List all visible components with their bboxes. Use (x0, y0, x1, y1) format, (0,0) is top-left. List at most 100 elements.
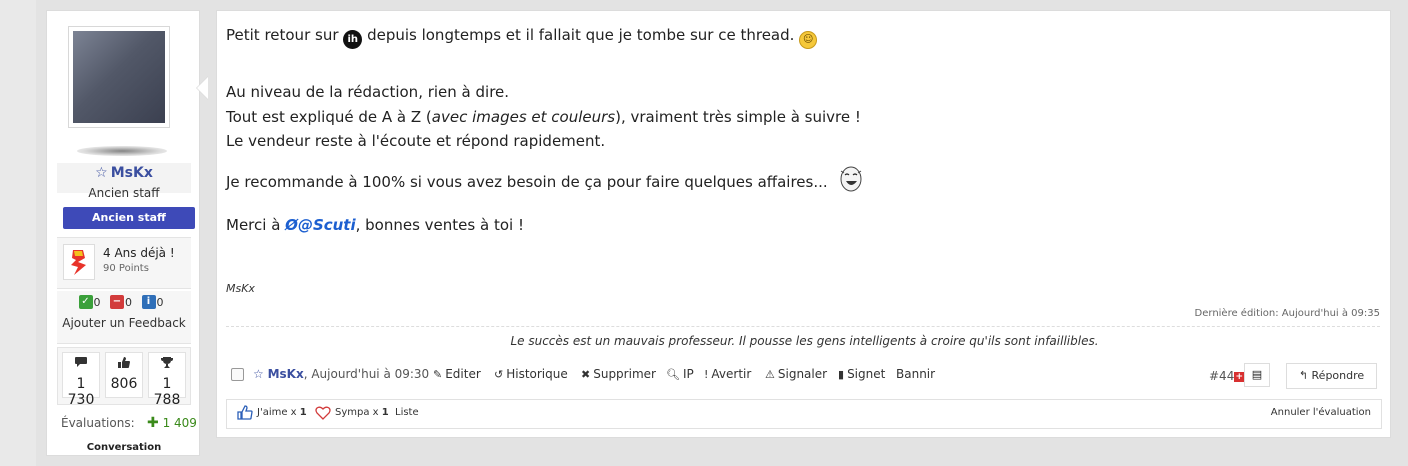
author-name: MsKx (267, 367, 304, 381)
site-logo-icon: ih (343, 30, 363, 49)
post-signature-name: MsKx (226, 282, 255, 295)
reply-button[interactable]: ↰ Répondre (1286, 363, 1377, 389)
feedback-box: ✓ 0 −0 i0 Ajouter un Feedback (57, 291, 191, 344)
messages-icon (63, 356, 99, 372)
post-line-2: Au niveau de la rédaction, rien à dire. (226, 83, 510, 101)
select-post-checkbox[interactable] (231, 368, 244, 381)
user-title: Ancien staff (88, 186, 160, 200)
post-line-1: Petit retour sur ih depuis longtemps et … (226, 23, 818, 49)
post-time: , Aujourd'hui à 09:30 (303, 367, 430, 381)
trophy-highlight[interactable]: 4 Ans déjà ! 90 Points (57, 237, 191, 289)
message-panel: Petit retour sur ih depuis longtemps et … (216, 10, 1391, 438)
neutral-count: 0 (156, 295, 164, 309)
star-icon: ☆ (253, 367, 264, 381)
user-signature: Le succès est un mauvais professeur. Il … (510, 334, 1099, 348)
username-text: MsKx (110, 165, 153, 181)
plus-icon: ✚ (147, 415, 159, 431)
grin-smiley-icon: ☺ (799, 31, 818, 49)
avatar-image (73, 31, 165, 123)
neutral-feedback-icon: i (141, 295, 156, 309)
trophy-title: 4 Ans déjà ! (103, 246, 175, 260)
start-conversation-link[interactable]: Conversation (47, 442, 201, 453)
post-number-link[interactable]: #44+ (1209, 369, 1245, 383)
ratings-summary-bar: J'aime x 1 Sympa x 1 Liste Annuler l'éva… (226, 399, 1382, 429)
stat-messages[interactable]: 1 730 (62, 352, 100, 408)
post-line-6: Merci à Ø@Scuti, bonnes ventes à toi ! (226, 213, 524, 237)
last-edit-note: Dernière édition: Aujourd'hui à 09:35 (1194, 308, 1380, 319)
pencil-icon: ✎ (433, 368, 443, 381)
user-info-panel: ☆ MsKx Ancien staff Ancien staff 4 Ans dé… (46, 10, 208, 456)
text-span: Je recommande à 100% si vous avez besoin… (226, 173, 828, 191)
signature-divider (226, 326, 1380, 327)
bookmark-button[interactable]: ▮ Signet (838, 367, 885, 381)
reply-arrow-icon: ↰ (1298, 369, 1309, 382)
mention-logo-icon: Ø (285, 216, 298, 234)
mention-text: @Scuti (297, 216, 356, 234)
add-feedback-link[interactable]: Ajouter un Feedback (57, 316, 191, 330)
bookmark-label: Signet (847, 367, 886, 381)
likes-icon (106, 356, 142, 372)
user-mention-link[interactable]: Ø@Scuti (285, 216, 355, 234)
text-span: ), vraiment très simple à suivre ! (615, 108, 861, 126)
warn-button[interactable]: ! Avertir (704, 367, 751, 381)
stat-trophies[interactable]: 1 788 (148, 352, 186, 408)
warn-label: Avertir (711, 367, 752, 381)
star-icon: ☆ (95, 165, 108, 181)
like-rating[interactable]: J'aime x 1 (257, 407, 307, 418)
text-span: Petit retour sur (226, 26, 339, 44)
document-icon: ▤ (1251, 368, 1263, 381)
italic-span: avec images et couleurs (431, 108, 616, 126)
avatar-shadow (77, 146, 167, 156)
edit-button[interactable]: ✎ Editer (433, 367, 481, 381)
delete-label: Supprimer (593, 367, 656, 381)
post-line-3: Tout est expliqué de A à Z (avec images … (226, 105, 861, 129)
search-icon: 🔍︎ (666, 368, 680, 381)
trophy-badge-icon (63, 244, 95, 280)
ratings-value[interactable]: ✚ 1 409 (147, 415, 197, 431)
delete-button[interactable]: ✖ Supprimer (581, 367, 656, 381)
history-button[interactable]: ↺ Historique (494, 367, 568, 381)
stat-likes[interactable]: 806 (105, 352, 143, 398)
ratings-number: 1 409 (162, 416, 197, 430)
feedback-counts: ✓ 0 −0 i0 (57, 295, 191, 309)
exclamation-icon: ! (704, 368, 709, 381)
report-label: Signaler (777, 367, 828, 381)
post-line-4: Le vendeur reste à l'écoute et répond ra… (226, 132, 606, 150)
messages-count: 1 730 (67, 376, 95, 408)
text-span: Tout est expliqué de A à Z ( (226, 108, 432, 126)
ratings-list-link[interactable]: Liste (395, 407, 419, 418)
positive-feedback-icon: ✓ (78, 295, 93, 309)
like-count: 1 (299, 407, 307, 418)
negative-count: 0 (125, 295, 132, 309)
edit-label: Editer (445, 367, 481, 381)
document-button[interactable]: ▤ (1244, 363, 1270, 387)
post-author-link[interactable]: ☆ MsKx, Aujourd'hui à 09:30 (253, 367, 429, 381)
username-link[interactable]: ☆ MsKx (47, 165, 201, 181)
ban-label: Bannir (896, 367, 936, 381)
ratings-label: Évaluations: (61, 416, 135, 430)
panel-arrow (197, 77, 208, 99)
user-banner-badge: Ancien staff (63, 207, 195, 229)
post-number: #44 (1209, 369, 1235, 383)
positive-count: 0 (93, 295, 101, 309)
sympa-rating[interactable]: Sympa x 1 (335, 407, 389, 418)
trophy-points: 90 Points (103, 263, 149, 274)
text-span: Merci à (226, 216, 281, 234)
heart-icon (315, 406, 331, 423)
like-label: J'aime x (257, 407, 297, 418)
trophy-icon (149, 356, 185, 372)
reply-label: Répondre (1311, 369, 1365, 382)
ip-button[interactable]: 🔍︎ IP (666, 367, 694, 381)
ban-button[interactable]: Bannir (896, 367, 935, 381)
add-plus-icon: + (1234, 372, 1245, 382)
thread-background: ☆ MsKx Ancien staff Ancien staff 4 Ans dé… (36, 0, 1408, 466)
negative-feedback-icon: − (110, 295, 124, 309)
report-button[interactable]: ⚠ Signaler (765, 367, 827, 381)
sympa-count: 1 (381, 407, 389, 418)
likes-count: 806 (110, 376, 138, 392)
undo-rating-link[interactable]: Annuler l'évaluation (1271, 407, 1371, 418)
delete-icon: ✖ (581, 368, 591, 381)
sympa-label: Sympa x (335, 407, 379, 418)
warning-triangle-icon: ⚠ (765, 368, 775, 381)
user-avatar[interactable] (68, 26, 170, 128)
